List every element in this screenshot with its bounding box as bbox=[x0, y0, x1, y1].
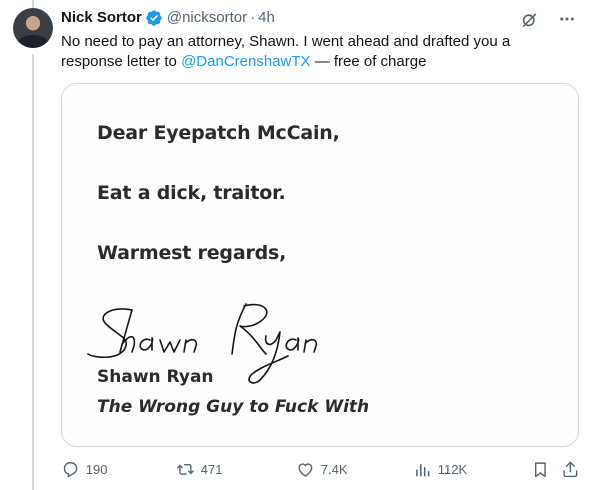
thread-connector-line bbox=[32, 54, 34, 490]
media-image-letter[interactable]: Dear Eyepatch McCain, Eat a dick, traito… bbox=[61, 83, 579, 447]
heart-icon bbox=[298, 462, 313, 477]
avatar[interactable] bbox=[13, 8, 53, 48]
mention-link[interactable]: @DanCrenshawTX bbox=[181, 53, 310, 70]
tweet-actions-bar: 190 471 7.4K 112K bbox=[61, 458, 583, 480]
views-button[interactable]: 112K bbox=[413, 458, 467, 480]
reply-icon bbox=[63, 461, 78, 478]
reply-button[interactable]: 190 bbox=[61, 458, 107, 480]
retweet-count: 471 bbox=[200, 461, 223, 477]
more-icon[interactable] bbox=[557, 9, 577, 29]
like-count: 7.4K bbox=[320, 461, 348, 477]
avatar-shirt bbox=[17, 35, 49, 48]
signer-tagline: The Wrong Guy to Fuck With bbox=[97, 397, 370, 417]
reply-count: 190 bbox=[85, 461, 108, 477]
author-name[interactable]: Nick Sortor bbox=[61, 8, 142, 28]
retweet-icon bbox=[176, 463, 194, 475]
separator-dot: · bbox=[250, 9, 256, 26]
bookmark-button[interactable] bbox=[531, 458, 556, 480]
analytics-icon bbox=[416, 463, 430, 477]
thread-line-top bbox=[32, 0, 34, 8]
tweet-header: Nick Sortor @nicksortor · 4h bbox=[61, 8, 275, 28]
letter-greeting: Dear Eyepatch McCain, bbox=[97, 122, 340, 144]
bookmark-icon bbox=[534, 462, 546, 477]
letter-closing: Warmest regards, bbox=[97, 242, 287, 264]
verified-badge-icon[interactable] bbox=[145, 9, 163, 27]
letter-body: Eat a dick, traitor. bbox=[97, 182, 286, 204]
author-handle[interactable]: @nicksortor bbox=[167, 8, 247, 28]
like-button[interactable]: 7.4K bbox=[296, 458, 348, 480]
timestamp[interactable]: 4h bbox=[258, 8, 275, 28]
views-count: 112K bbox=[437, 461, 468, 477]
tweet-text-part2: — free of charge bbox=[310, 53, 427, 70]
retweet-button[interactable]: 471 bbox=[176, 458, 222, 480]
tweet-text: No need to pay an attorney, Shawn. I wen… bbox=[61, 32, 576, 72]
share-button[interactable] bbox=[561, 458, 586, 480]
signer-name: Shawn Ryan bbox=[97, 367, 214, 387]
header-actions bbox=[519, 9, 577, 29]
grok-icon[interactable] bbox=[519, 9, 539, 29]
share-icon bbox=[563, 461, 578, 477]
